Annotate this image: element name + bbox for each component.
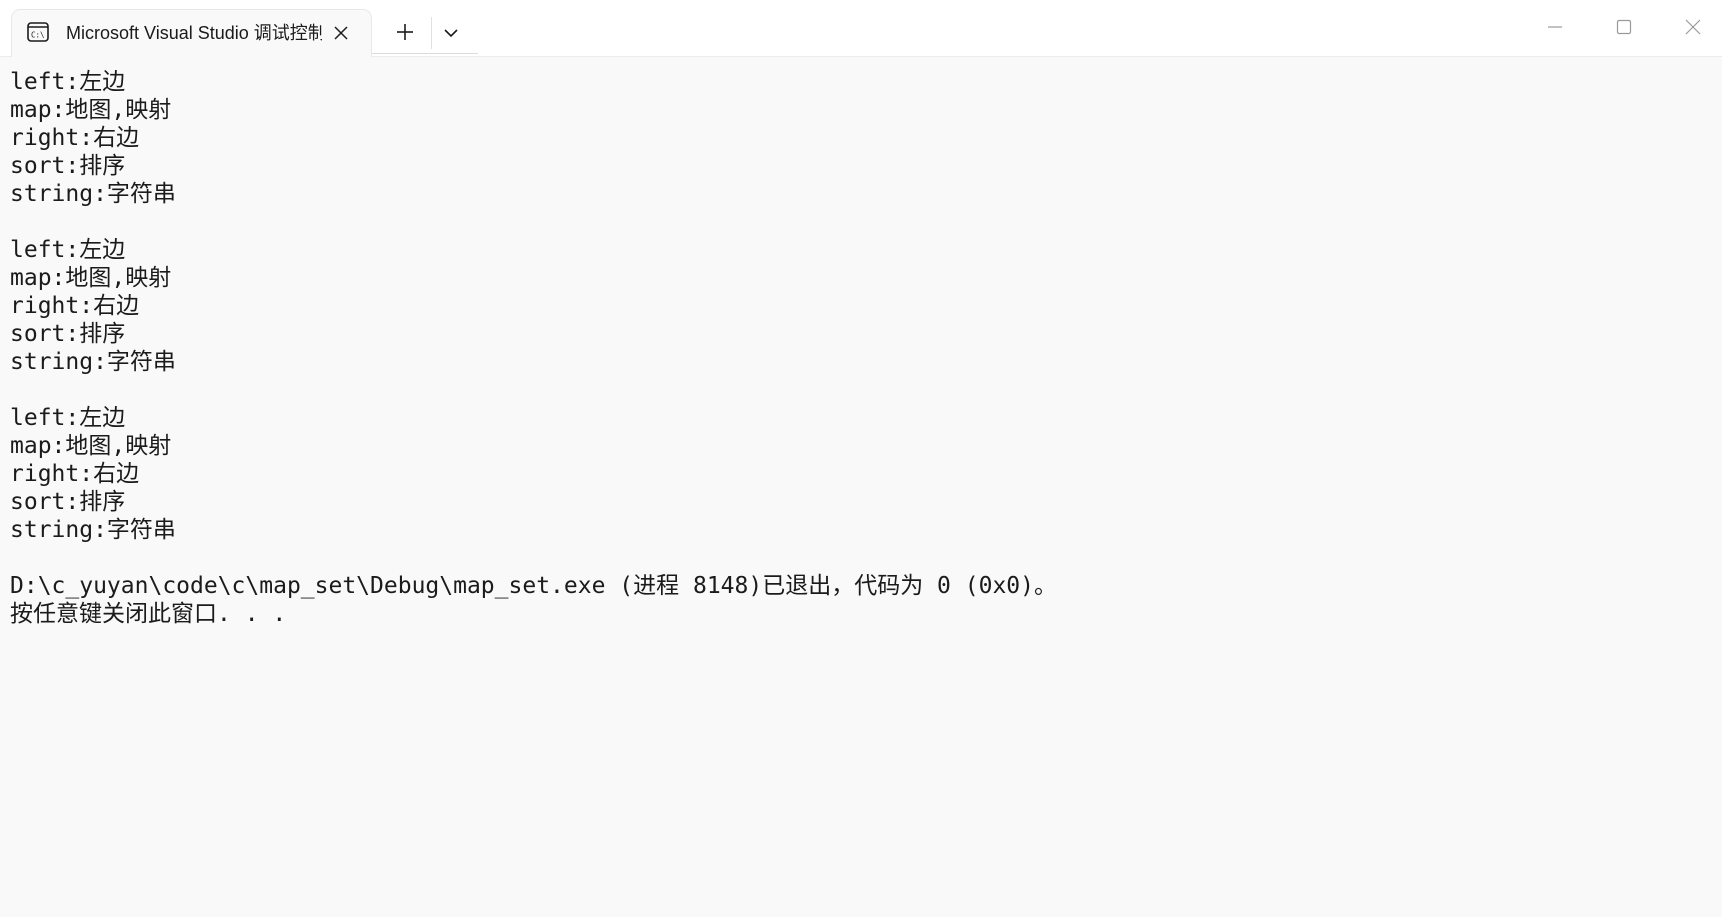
close-icon[interactable] [330,22,352,44]
maximize-icon [1616,19,1632,35]
scrollbar[interactable] [1710,56,1722,917]
console-line: D:\c_yuyan\code\c\map_set\Debug\map_set.… [10,573,1057,599]
svg-text:C:\: C:\ [31,31,45,40]
console-line: sort:排序 [10,489,126,515]
maximize-button[interactable] [1602,10,1646,44]
console-line: map:地图,映射 [10,265,172,291]
console-line: sort:排序 [10,321,126,347]
tab-separator [431,17,432,49]
console-line: string:字符串 [10,517,176,543]
console-line: string:字符串 [10,349,176,375]
console-icon: C:\ [27,22,49,42]
close-icon [1685,19,1701,35]
close-window-button[interactable] [1671,10,1715,44]
console-line: 按任意键关闭此窗口. . . [10,601,287,627]
console-line: left:左边 [10,237,126,263]
tab-title: Microsoft Visual Studio 调试控制台 [66,23,322,43]
console-line: left:左边 [10,405,126,431]
title-bar: C:\ Microsoft Visual Studio 调试控制台 [0,0,1722,57]
minimize-button[interactable] [1533,10,1577,44]
chevron-down-icon[interactable] [440,22,462,44]
minimize-icon [1548,26,1562,28]
console-line: right:右边 [10,461,140,487]
tab-debug-console[interactable]: C:\ Microsoft Visual Studio 调试控制台 [11,9,372,57]
console-line: right:右边 [10,293,140,319]
console-line: map:地图,映射 [10,97,172,123]
console-line: left:左边 [10,69,126,95]
console-line: right:右边 [10,125,140,151]
tab-strip-divider [372,53,478,54]
terminal-window: C:\ Microsoft Visual Studio 调试控制台 left:左… [0,0,1722,917]
console-output[interactable]: left:左边 map:地图,映射 right:右边 sort:排序 string:字符… [10,68,1710,908]
console-line: sort:排序 [10,153,126,179]
plus-icon[interactable] [393,20,417,44]
console-line: map:地图,映射 [10,433,172,459]
console-line: string:字符串 [10,181,176,207]
